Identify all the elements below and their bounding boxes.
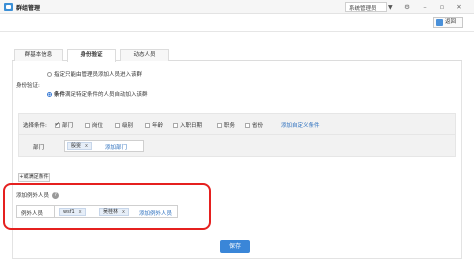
condition-age[interactable]: 年龄	[145, 121, 163, 129]
divider	[19, 134, 455, 135]
checkbox-dept[interactable]	[55, 121, 60, 128]
radio-condition[interactable]	[47, 92, 52, 97]
radio-specified[interactable]	[47, 72, 52, 77]
identity-label: 身份验证:	[16, 83, 40, 89]
back-label: 返回	[445, 19, 457, 25]
restore-icon[interactable]: ▫	[437, 2, 447, 12]
tab-dynamic-members[interactable]: 动态人员	[120, 49, 169, 61]
settings-icon[interactable]: ⚙	[402, 2, 412, 12]
condition-box: 选择条件: 部门 岗位 级别 年龄 入职日期 职务 省份 添加自定义条件 部门 …	[18, 113, 456, 157]
dept-row-label: 部门	[33, 145, 45, 151]
role-select[interactable]: 系统管理员	[345, 2, 387, 12]
tab-strip: 群基本信息 身份验证 动态人员	[12, 49, 462, 62]
add-custom-condition-link[interactable]: 添加自定义条件	[281, 121, 320, 129]
remove-tag-icon[interactable]: x	[85, 143, 88, 149]
back-button[interactable]: 返回	[433, 17, 463, 28]
option-condition[interactable]: 条件满足特定条件的人员自动加入该群	[47, 90, 148, 98]
group-app-icon	[4, 3, 13, 11]
option-specified[interactable]: 指定只能由管理员添加人员进入该群	[47, 70, 142, 78]
dept-tag: 殷雯 x	[67, 142, 92, 150]
checkbox-hire-date[interactable]	[173, 123, 178, 128]
condition-duty[interactable]: 职务	[217, 121, 235, 129]
toolbar: 返回	[0, 14, 474, 32]
add-or-condition-button[interactable]: +或满足条件	[18, 173, 50, 182]
dept-tag-box[interactable]: 殷雯 x 添加部门	[64, 140, 144, 152]
checkbox-province[interactable]	[245, 123, 250, 128]
app-title: 群组管理	[16, 5, 41, 12]
save-button[interactable]: 保存	[220, 240, 250, 253]
conditions-label: 选择条件:	[23, 123, 47, 129]
close-icon[interactable]: ✕	[454, 2, 464, 12]
condition-province[interactable]: 省份	[245, 121, 263, 129]
checkbox-post[interactable]	[85, 123, 90, 128]
highlight-box	[3, 183, 211, 230]
back-icon	[436, 19, 443, 26]
condition-post[interactable]: 岗位	[85, 121, 103, 129]
checkbox-duty[interactable]	[217, 123, 222, 128]
condition-hire-date[interactable]: 入职日期	[173, 121, 202, 129]
condition-level[interactable]: 级别	[115, 121, 133, 129]
minimize-icon[interactable]: –	[420, 2, 430, 12]
checkbox-level[interactable]	[115, 123, 120, 128]
checkbox-age[interactable]	[145, 123, 150, 128]
chevron-down-icon[interactable]: ▼	[388, 4, 393, 11]
add-dept-link[interactable]: 添加部门	[105, 143, 127, 151]
condition-dept[interactable]: 部门	[55, 121, 73, 129]
title-bar: 群组管理 系统管理员 ▼ ⚙ – ▫ ✕	[0, 0, 474, 14]
tab-basic-info[interactable]: 群基本信息	[14, 49, 63, 61]
